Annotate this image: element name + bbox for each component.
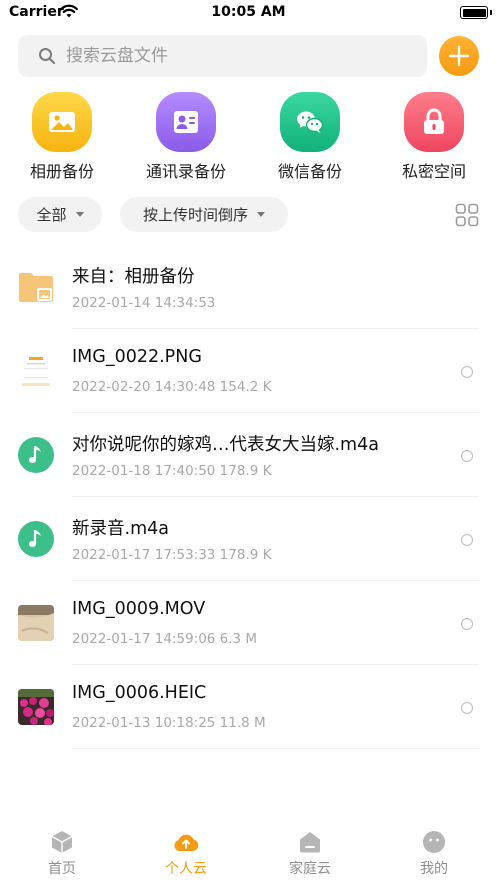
select-radio[interactable] <box>461 450 473 462</box>
battery-icon <box>460 6 488 19</box>
file-meta: 2022-01-18 17:40:50 178.9 K <box>72 463 272 479</box>
tab-label: 个人云 <box>165 861 207 877</box>
quick-entry-label: 私密空间 <box>401 162 466 181</box>
tab-family-cloud[interactable]: 家庭云 <box>248 820 372 878</box>
photo-thumbnail <box>18 689 54 725</box>
file-row[interactable]: 新录音.m4a 2022-01-17 17:53:33 178.9 K <box>0 497 497 581</box>
tab-label: 家庭云 <box>289 861 331 877</box>
quick-entry-label: 微信备份 <box>277 162 342 181</box>
quick-entry-photo-backup[interactable]: 相册备份 <box>12 92 112 182</box>
screenshot-thumbnail <box>18 353 54 389</box>
music-note-icon <box>18 437 54 473</box>
plus-icon <box>448 45 470 67</box>
file-meta: 2022-01-17 14:59:06 6.3 M <box>72 631 258 647</box>
sort-dropdown[interactable]: 按上传时间倒序 <box>120 197 288 232</box>
type-filter-label: 全部 <box>36 206 67 224</box>
grid-view-icon[interactable] <box>455 203 479 227</box>
file-name: IMG_0009.MOV <box>72 599 206 619</box>
select-radio[interactable] <box>461 618 473 630</box>
face-icon <box>423 831 445 853</box>
tab-label: 首页 <box>48 861 76 877</box>
photo-album-icon <box>32 92 92 152</box>
caret-down-icon <box>257 212 265 217</box>
file-meta: 2022-01-13 10:18:25 11.8 M <box>72 715 266 731</box>
quick-entry-private-space[interactable]: 私密空间 <box>384 92 484 182</box>
house-icon <box>300 832 320 853</box>
search-input[interactable] <box>66 46 386 66</box>
battery-cap <box>490 10 492 15</box>
type-filter-dropdown[interactable]: 全部 <box>18 197 102 232</box>
file-row[interactable]: IMG_0022.PNG 2022-02-20 14:30:48 154.2 K <box>0 329 497 413</box>
add-button[interactable] <box>439 36 479 76</box>
quick-entry-contacts-backup[interactable]: 通讯录备份 <box>136 92 236 182</box>
cloud-upload-icon <box>174 834 199 851</box>
file-name: 来自：相册备份 <box>72 267 195 287</box>
file-row[interactable]: IMG_0006.HEIC 2022-01-13 10:18:25 11.8 M <box>0 665 497 749</box>
file-row[interactable]: 来自：相册备份 2022-01-14 14:34:53 <box>0 245 497 329</box>
cube-icon <box>51 831 73 853</box>
file-meta: 2022-01-14 14:34:53 <box>72 295 216 311</box>
tab-label: 我的 <box>420 861 448 877</box>
status-bar: Carrier 10:05 AM <box>0 0 497 26</box>
file-name: 对你说呢你的嫁鸡…代表女大当嫁.m4a <box>72 435 379 455</box>
contacts-icon <box>156 92 216 152</box>
quick-entries: 相册备份 通讯录备份 微信备份 私密空间 <box>0 92 497 184</box>
video-thumbnail <box>18 605 54 641</box>
lock-icon <box>404 92 464 152</box>
search-bar[interactable] <box>18 35 427 77</box>
file-meta: 2022-01-17 17:53:33 178.9 K <box>72 547 272 563</box>
clock: 10:05 AM <box>211 4 286 20</box>
wechat-icon <box>280 92 340 152</box>
tab-bar: 首页 个人云 家庭云 我的 <box>0 820 497 883</box>
file-row[interactable]: 对你说呢你的嫁鸡…代表女大当嫁.m4a 2022-01-18 17:40:50 … <box>0 413 497 497</box>
caret-down-icon <box>75 212 84 217</box>
file-meta: 2022-02-20 14:30:48 154.2 K <box>72 379 272 395</box>
file-list: 来自：相册备份 2022-01-14 14:34:53 IMG_0022.PNG… <box>0 245 497 749</box>
file-name: 新录音.m4a <box>72 519 169 539</box>
file-row[interactable]: IMG_0009.MOV 2022-01-17 14:59:06 6.3 M <box>0 581 497 665</box>
tab-personal-cloud[interactable]: 个人云 <box>124 820 248 878</box>
select-radio[interactable] <box>461 366 473 378</box>
file-name: IMG_0022.PNG <box>72 347 202 367</box>
search-icon <box>39 48 55 64</box>
tab-home[interactable]: 首页 <box>0 820 124 878</box>
quick-entry-label: 相册备份 <box>29 162 94 181</box>
file-name: IMG_0006.HEIC <box>72 683 207 703</box>
select-radio[interactable] <box>461 534 473 546</box>
tab-mine[interactable]: 我的 <box>372 820 496 878</box>
quick-entry-wechat-backup[interactable]: 微信备份 <box>260 92 360 182</box>
folder-icon <box>19 273 53 302</box>
sort-label: 按上传时间倒序 <box>142 206 248 224</box>
music-note-icon <box>18 521 54 557</box>
quick-entry-label: 通讯录备份 <box>145 162 226 181</box>
select-radio[interactable] <box>461 702 473 714</box>
